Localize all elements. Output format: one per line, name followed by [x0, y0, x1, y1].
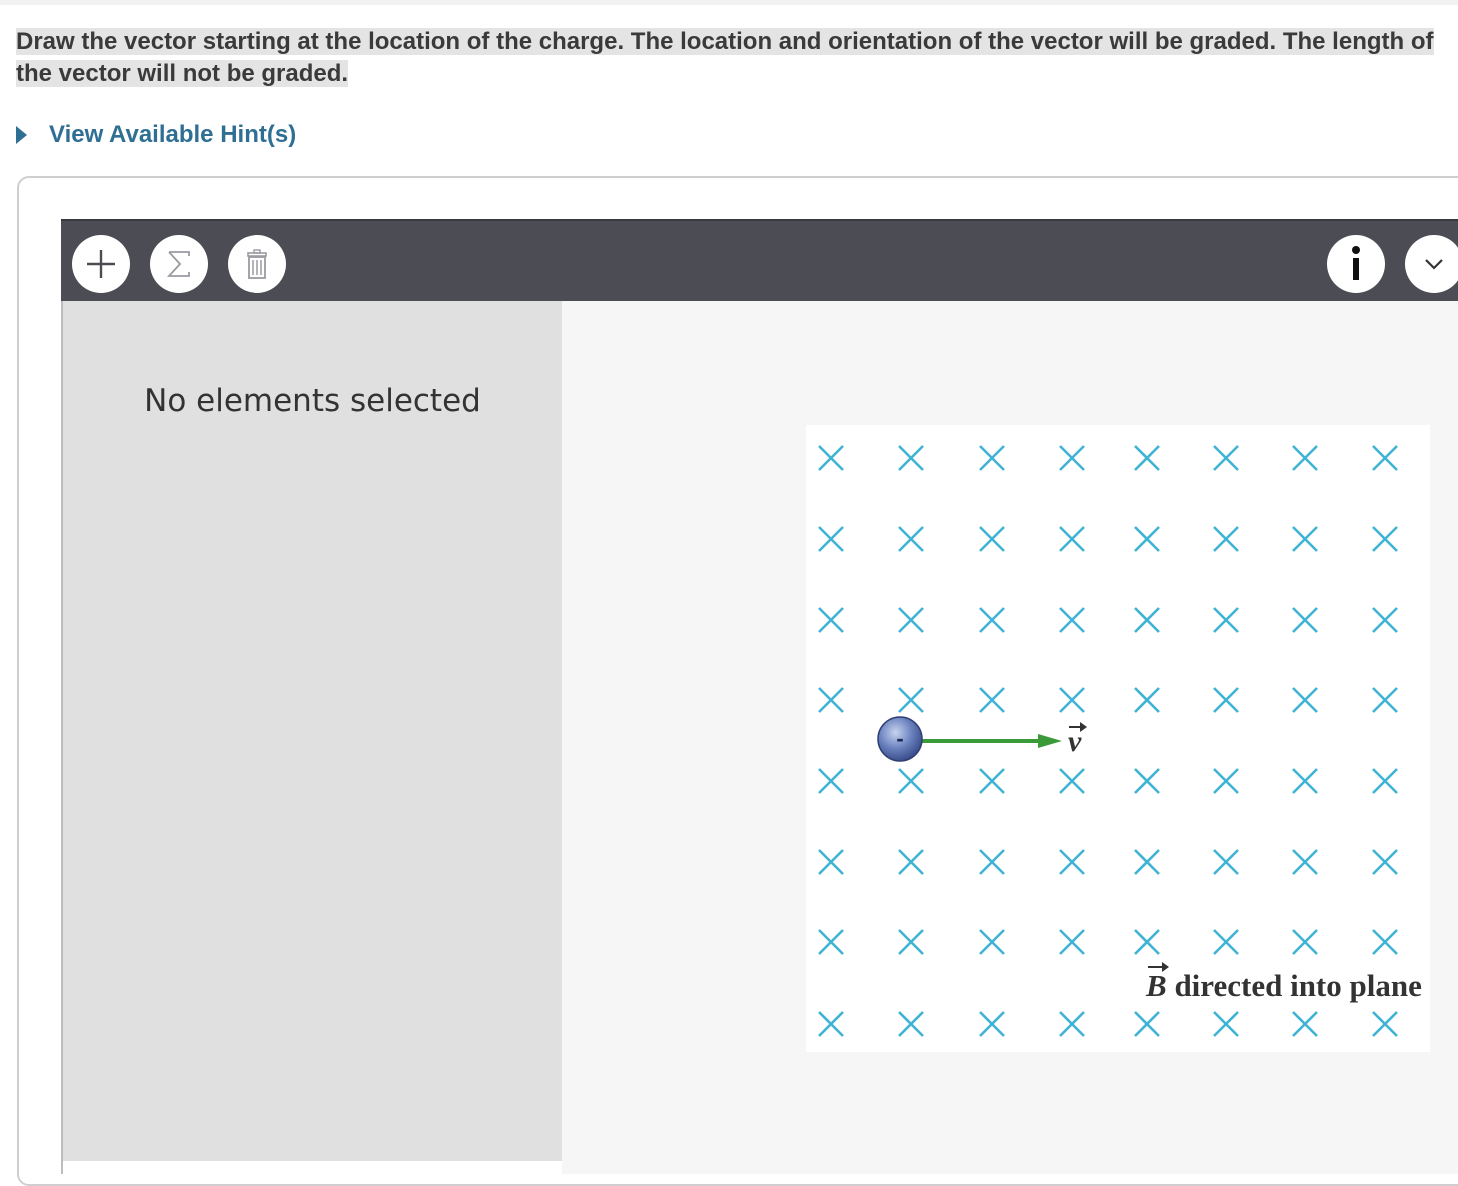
field-symbol: B: [1146, 968, 1167, 1003]
field-x-mark: [898, 607, 924, 633]
field-x-mark: [898, 929, 924, 955]
field-x-mark: [979, 929, 1005, 955]
trash-icon: [247, 249, 267, 279]
field-x-mark: [1292, 526, 1318, 552]
field-x-mark: [1213, 929, 1239, 955]
field-x-mark: [818, 445, 844, 471]
problem-instructions: Draw the vector starting at the location…: [16, 28, 1434, 87]
field-x-mark: [979, 687, 1005, 713]
info-button[interactable]: [1327, 235, 1385, 293]
field-x-mark: [979, 768, 1005, 794]
no-selection-message: No elements selected: [144, 383, 481, 419]
field-x-mark: [1292, 849, 1318, 875]
velocity-arrow-head: [1038, 734, 1062, 748]
field-x-mark: [1213, 526, 1239, 552]
field-x-mark: [1134, 526, 1160, 552]
field-x-mark: [898, 768, 924, 794]
field-x-mark: [1134, 1011, 1160, 1037]
delete-element-button[interactable]: [228, 235, 286, 293]
charge-sign: -: [896, 726, 903, 751]
caret-right-icon: [16, 126, 27, 144]
field-x-mark: [1372, 768, 1398, 794]
field-x-mark: [1372, 687, 1398, 713]
drawing-toolbar: [61, 219, 1458, 301]
field-x-mark: [1059, 445, 1085, 471]
field-x-mark: [1372, 607, 1398, 633]
panel-border: [61, 1161, 63, 1174]
field-x-mark: [979, 526, 1005, 552]
field-x-mark: [1292, 768, 1318, 794]
field-x-mark: [979, 1011, 1005, 1037]
sum-vectors-button[interactable]: [150, 235, 208, 293]
field-x-mark: [1213, 1011, 1239, 1037]
magnetic-field-figure: - v B directed into plane: [806, 425, 1430, 1052]
chevron-down-icon: [1425, 259, 1443, 270]
field-x-mark: [1372, 526, 1398, 552]
field-x-mark: [1213, 445, 1239, 471]
field-x-mark: [1372, 1011, 1398, 1037]
field-x-mark: [898, 849, 924, 875]
properties-panel: No elements selected: [61, 301, 562, 1161]
add-element-button[interactable]: [72, 235, 130, 293]
field-x-mark: [1292, 1011, 1318, 1037]
field-x-mark: [1059, 929, 1085, 955]
field-x-mark: [1059, 849, 1085, 875]
field-x-mark: [818, 526, 844, 552]
field-x-mark: [898, 526, 924, 552]
field-x-mark: [818, 607, 844, 633]
field-x-mark: [1292, 929, 1318, 955]
field-x-mark: [1372, 849, 1398, 875]
field-x-mark: [1292, 687, 1318, 713]
field-x-mark: [1134, 687, 1160, 713]
field-x-mark: [979, 849, 1005, 875]
field-x-mark: [1292, 445, 1318, 471]
field-x-mark: [1059, 1011, 1085, 1037]
field-x-mark: [818, 768, 844, 794]
field-x-mark: [1213, 849, 1239, 875]
field-x-mark: [818, 849, 844, 875]
field-x-mark: [1134, 768, 1160, 794]
view-hints-label[interactable]: View Available Hint(s): [49, 121, 296, 149]
field-x-mark: [1372, 929, 1398, 955]
velocity-label: v: [1068, 722, 1088, 758]
field-x-mark: [1059, 687, 1085, 713]
field-x-mark: [1292, 607, 1318, 633]
view-hints-toggle[interactable]: View Available Hint(s): [16, 118, 296, 152]
field-x-mark: [1059, 607, 1085, 633]
field-x-mark: [979, 607, 1005, 633]
field-x-mark: [898, 1011, 924, 1037]
field-x-mark: [1134, 929, 1160, 955]
field-x-mark: [1134, 607, 1160, 633]
sigma-icon: [166, 251, 190, 277]
field-x-mark: [818, 687, 844, 713]
field-x-mark: [1213, 768, 1239, 794]
field-x-mark: [1213, 687, 1239, 713]
options-menu-button[interactable]: [1405, 235, 1458, 293]
field-x-mark: [818, 929, 844, 955]
field-diagram: -: [818, 445, 1398, 1037]
field-caption: B directed into plane: [1146, 968, 1422, 1004]
field-x-mark: [818, 1011, 844, 1037]
field-x-mark: [1213, 607, 1239, 633]
info-icon: [1352, 246, 1360, 280]
field-x-mark: [898, 687, 924, 713]
field-x-mark: [1134, 445, 1160, 471]
field-x-mark: [1059, 768, 1085, 794]
plus-icon: [87, 250, 115, 278]
field-x-mark: [1372, 445, 1398, 471]
field-x-mark: [979, 445, 1005, 471]
field-x-mark: [898, 445, 924, 471]
field-x-mark: [1059, 526, 1085, 552]
field-caption-text: directed into plane: [1166, 968, 1422, 1003]
field-x-mark: [1134, 849, 1160, 875]
top-divider: [0, 0, 1458, 5]
